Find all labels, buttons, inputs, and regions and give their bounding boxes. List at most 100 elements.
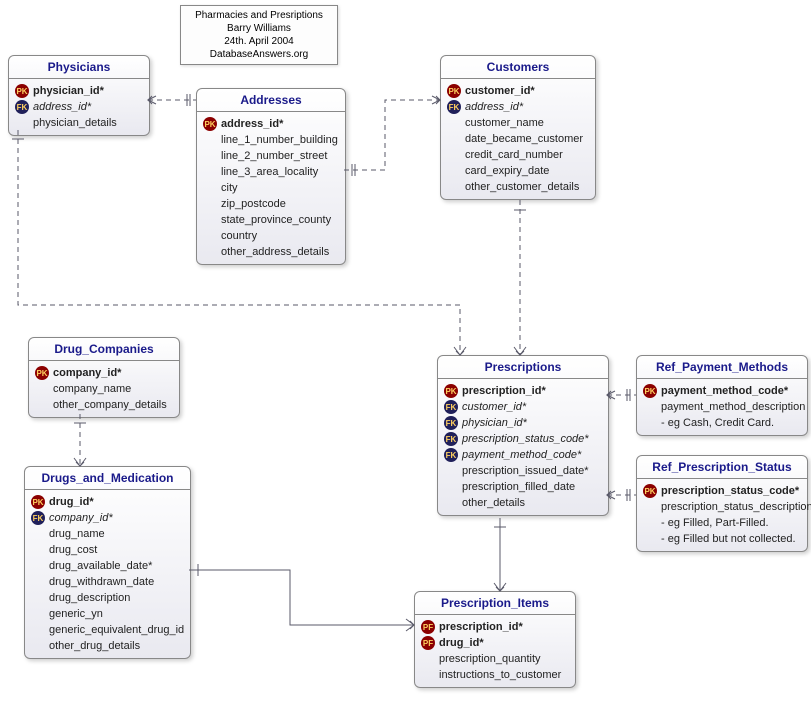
attribute-name: prescription_id* (462, 385, 546, 397)
attribute-row: PKaddress_id* (203, 116, 339, 132)
attribute-name: physician_id* (33, 85, 104, 97)
attribute-name: line_3_area_locality (221, 166, 318, 178)
attribute-name: credit_card_number (465, 149, 563, 161)
spacer (31, 607, 45, 621)
attribute-row: line_2_number_street (203, 148, 339, 164)
attribute-row: prescription_status_description (643, 499, 801, 515)
attribute-row: date_became_customer (447, 131, 589, 147)
attribute-row: state_province_county (203, 212, 339, 228)
spacer (444, 480, 458, 494)
attribute-row: other_details (444, 495, 602, 511)
attribute-name: zip_postcode (221, 198, 286, 210)
diagram-note: Pharmacies and Presriptions Barry Willia… (180, 5, 338, 65)
attribute-name: drug_id* (439, 637, 484, 649)
spacer (31, 639, 45, 653)
spacer (444, 464, 458, 478)
attribute-row: drug_available_date* (31, 558, 184, 574)
fk-icon: FK (444, 448, 458, 462)
attribute-row: company_name (35, 381, 173, 397)
entity-body: PKaddress_id*line_1_number_buildingline_… (197, 112, 345, 264)
entity-title: Ref_Payment_Methods (637, 356, 807, 379)
entity-body: PKcustomer_id*FKaddress_id*customer_name… (441, 79, 595, 199)
entity-body: PKcompany_id*company_name other_company_d… (29, 361, 179, 417)
spacer (31, 543, 45, 557)
spacer (15, 116, 29, 130)
spacer (35, 382, 49, 396)
spacer (643, 416, 657, 430)
attribute-name: payment_method_code* (462, 449, 581, 461)
spacer (203, 213, 217, 227)
entity-physicians: Physicians PKphysician_id*FKaddress_id*p… (8, 55, 150, 136)
spacer (203, 165, 217, 179)
entity-customers: Customers PKcustomer_id*FKaddress_id*cus… (440, 55, 596, 200)
attribute-name: physician_id* (462, 417, 527, 429)
entity-body: PKprescription_status_code*prescription_… (637, 479, 807, 551)
attribute-name: address_id* (465, 101, 523, 113)
attribute-name: prescription_status_description (661, 501, 811, 513)
entity-title: Ref_Prescription_Status (637, 456, 807, 479)
attribute-row: generic_equivalent_drug_id (31, 622, 184, 638)
entity-drug-companies: Drug_Companies PKcompany_id*company_name… (28, 337, 180, 418)
entity-ref-payment-methods: Ref_Payment_Methods PK payment_method_cod… (636, 355, 808, 436)
entity-body: PFprescription_id*PFdrug_id*prescription… (415, 615, 575, 687)
attribute-name: prescription_status_code* (462, 433, 589, 445)
attribute-name: other_company_details (53, 399, 167, 411)
entity-body: PKdrug_id*FKcompany_id*drug_namedrug_cos… (25, 490, 190, 658)
spacer (203, 149, 217, 163)
attribute-name: prescription_issued_date* (462, 465, 589, 477)
attribute-name: generic_yn (49, 608, 103, 620)
spacer (31, 527, 45, 541)
note-line: Barry Williams (189, 22, 329, 35)
attribute-row: payment_method_description (643, 399, 801, 415)
entity-title: Customers (441, 56, 595, 79)
spacer (447, 180, 461, 194)
entity-title: Drugs_and_Medication (25, 467, 190, 490)
spacer (31, 623, 45, 637)
spacer (421, 652, 435, 666)
attribute-name: instructions_to_customer (439, 669, 561, 681)
attribute-row: - eg Filled but not collected. (643, 531, 801, 547)
attribute-name: payment_method_code* (661, 385, 788, 397)
attribute-name: - eg Filled but not collected. (661, 533, 796, 545)
attribute-name: state_province_county (221, 214, 331, 226)
entity-title: Prescriptions (438, 356, 608, 379)
attribute-row: drug_description (31, 590, 184, 606)
spacer (643, 516, 657, 530)
attribute-name: - eg Cash, Credit Card. (661, 417, 774, 429)
attribute-name: prescription_status_code* (661, 485, 799, 497)
entity-body: PKphysician_id*FKaddress_id*physician_de… (9, 79, 149, 135)
attribute-name: country (221, 230, 257, 242)
attribute-row: generic_yn (31, 606, 184, 622)
attribute-row: PKprescription_status_code* (643, 483, 801, 499)
pk-icon: PK (203, 117, 217, 131)
attribute-row: customer_name (447, 115, 589, 131)
spacer (447, 148, 461, 162)
attribute-name: date_became_customer (465, 133, 583, 145)
attribute-name: drug_name (49, 528, 105, 540)
spacer (643, 400, 657, 414)
fk-icon: FK (444, 400, 458, 414)
attribute-row: line_3_area_locality (203, 164, 339, 180)
spacer (31, 559, 45, 573)
spacer (203, 245, 217, 259)
attribute-row: physician_details (15, 115, 143, 131)
attribute-row: PKcompany_id* (35, 365, 173, 381)
entity-body: PK prescription_id* FK customer_id* FK physic… (438, 379, 608, 515)
spacer (447, 132, 461, 146)
attribute-row: city (203, 180, 339, 196)
entity-body: PK payment_method_code* payment_method_des… (637, 379, 807, 435)
spacer (203, 181, 217, 195)
pk-icon: PK (643, 384, 657, 398)
spacer (31, 575, 45, 589)
attribute-name: customer_id* (462, 401, 526, 413)
pk-icon: PK (444, 384, 458, 398)
attribute-row: prescription_issued_date* (444, 463, 602, 479)
attribute-name: prescription_filled_date (462, 481, 575, 493)
attribute-name: drug_withdrawn_date (49, 576, 154, 588)
entity-title: Drug_Companies (29, 338, 179, 361)
attribute-row: prescription_quantity (421, 651, 569, 667)
attribute-name: address_id* (33, 101, 91, 113)
spacer (643, 532, 657, 546)
attribute-name: customer_id* (465, 85, 535, 97)
note-line: DatabaseAnswers.org (189, 48, 329, 61)
